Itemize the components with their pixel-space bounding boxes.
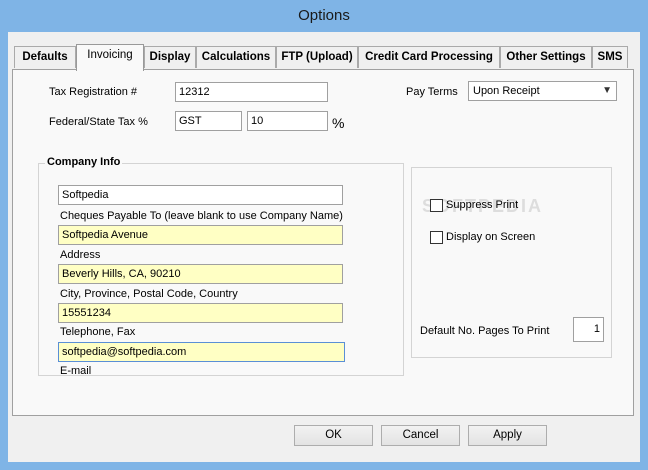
tab-ftp-upload[interactable]: FTP (Upload) [276,46,358,68]
print-options-group: SOFTPEDIA Suppress Print Display on Scre… [411,167,612,358]
address-caption: Address [60,249,101,261]
address-field[interactable]: Softpedia Avenue [58,225,343,245]
pay-terms-selected: Upon Receipt [473,85,540,97]
chevron-down-icon: ▼ [602,85,612,96]
tax-registration-label: Tax Registration # [49,86,138,98]
tax-name-field[interactable]: GST [175,111,242,131]
telephone-caption: Telephone, Fax [60,326,136,338]
federal-state-tax-label: Federal/State Tax % [49,116,148,128]
tab-credit-card-processing[interactable]: Credit Card Processing [358,46,500,68]
company-info-group: Company Info Softpedia Cheques Payable T… [38,156,404,377]
pay-terms-label: Pay Terms [406,86,458,98]
default-pages-field[interactable]: 1 [573,317,604,342]
cheques-payable-caption: Cheques Payable To (leave blank to use C… [60,210,343,222]
pay-terms-dropdown[interactable]: Upon Receipt ▼ [468,81,617,101]
company-info-title: Company Info [45,156,123,168]
city-caption: City, Province, Postal Code, Country [60,288,238,300]
tax-rate-field[interactable]: 10 [247,111,328,131]
tab-invoicing[interactable]: Invoicing [76,44,144,71]
apply-button[interactable]: Apply [468,425,547,446]
suppress-print-checkbox[interactable] [430,199,443,212]
default-pages-label: Default No. Pages To Print [420,325,550,337]
email-field[interactable]: softpedia@softpedia.com [58,342,345,362]
options-window: Options Defaults Invoicing Display Calcu… [0,0,648,470]
cancel-button[interactable]: Cancel [381,425,460,446]
dialog-client-area: Defaults Invoicing Display Calculations … [8,32,640,462]
city-field[interactable]: Beverly Hills, CA, 90210 [58,264,343,284]
display-on-screen-label[interactable]: Display on Screen [446,231,535,243]
tab-sms[interactable]: SMS [592,46,628,68]
cheques-payable-field[interactable]: Softpedia [58,185,343,205]
display-on-screen-checkbox[interactable] [430,231,443,244]
window-title: Options [298,7,350,24]
percent-sign: % [332,115,345,131]
tab-calculations[interactable]: Calculations [196,46,276,68]
email-caption: E-mail [60,365,92,377]
suppress-print-label[interactable]: Suppress Print [446,199,518,211]
tax-registration-field[interactable]: 12312 [175,82,328,102]
tab-display[interactable]: Display [144,46,196,68]
tab-defaults[interactable]: Defaults [14,46,76,68]
tab-other-settings[interactable]: Other Settings [500,46,592,68]
ok-button[interactable]: OK [294,425,373,446]
telephone-field[interactable]: 15551234 [58,303,343,323]
invoicing-panel: Tax Registration # 12312 Federal/State T… [12,69,634,416]
